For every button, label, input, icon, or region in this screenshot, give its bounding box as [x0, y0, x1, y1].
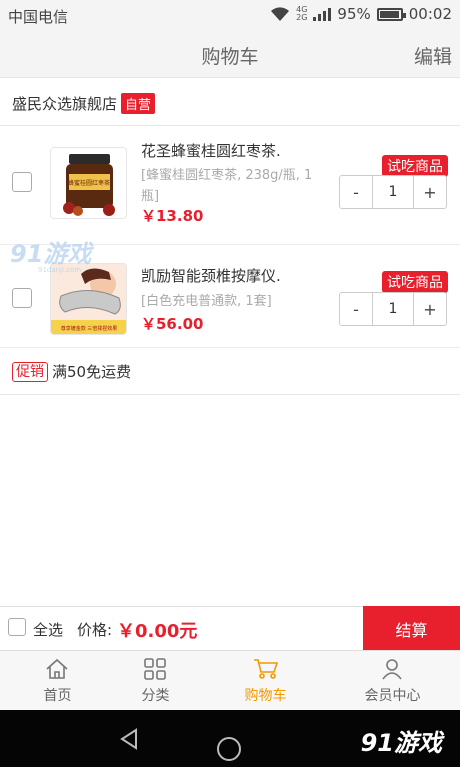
svg-text:91danji.com: 91danji.com: [38, 266, 81, 274]
tab-label: 分类: [141, 688, 170, 704]
product-thumbnail[interactable]: 蜂蜜桂圆红枣茶: [50, 147, 127, 219]
product-name[interactable]: 花圣蜂蜜桂圆红枣茶.: [141, 140, 281, 161]
promo-text: 满50免运费: [52, 363, 132, 381]
grid-icon: [144, 658, 166, 680]
signal-icon: [313, 8, 332, 21]
quantity-value[interactable]: 1: [372, 293, 414, 325]
decrease-button[interactable]: -: [340, 293, 372, 325]
quantity-value[interactable]: 1: [372, 176, 414, 208]
promo-badge: 促销: [12, 361, 48, 382]
status-bar: 中国电信 4G 2G 95% 00:02: [0, 0, 460, 30]
cart-item: 蜂蜜桂圆红枣茶 花圣蜂蜜桂圆红枣茶. [蜂蜜桂圆红枣茶, 238g/瓶, 1瓶]…: [0, 127, 460, 245]
wifi-icon: [271, 7, 290, 21]
watermark-logo: 91游戏 91danji.com: [10, 240, 94, 274]
quantity-stepper: - 1 +: [339, 175, 447, 209]
title-bar: 购物车 编辑: [0, 30, 460, 78]
select-all-checkbox[interactable]: [8, 618, 26, 636]
home-circle-icon[interactable]: [217, 737, 241, 761]
tab-label: 会员中心: [364, 688, 421, 704]
item-checkbox[interactable]: [12, 288, 32, 308]
trial-badge: 试吃商品: [382, 155, 448, 177]
total-price: ￥0.00元: [117, 621, 198, 642]
battery-icon: [376, 7, 406, 21]
system-nav-bar: 91游戏: [0, 710, 460, 767]
product-price: ￥56.00: [141, 315, 204, 333]
edit-button[interactable]: 编辑: [414, 42, 452, 69]
bottom-tab-bar: 首页 分类 购物车 会员中心: [0, 650, 460, 710]
self-operated-badge: 自营: [121, 93, 156, 114]
increase-button[interactable]: +: [414, 176, 446, 208]
product-price: ￥13.80: [141, 207, 204, 225]
user-icon: [382, 659, 402, 680]
price-label: 价格:: [77, 621, 113, 639]
tab-cart[interactable]: 购物车: [208, 651, 323, 711]
watermark-logo-bottom: 91游戏: [360, 729, 442, 757]
status-icons: 4G 2G 95% 00:02: [270, 5, 452, 23]
promotion-row: 促销 满50免运费: [0, 349, 460, 395]
tab-member-center[interactable]: 会员中心: [335, 651, 450, 711]
page-title: 购物车: [201, 46, 259, 68]
store-name[interactable]: 盛民众选旗舰店: [12, 93, 117, 114]
battery-fill: [379, 10, 399, 18]
network-type: 4G 2G: [296, 5, 308, 22]
battery-percent: 95%: [337, 5, 371, 23]
decrease-button[interactable]: -: [340, 176, 372, 208]
clock: 00:02: [408, 5, 452, 23]
back-icon[interactable]: [118, 728, 140, 750]
product-spec: [蜂蜜桂圆红枣茶, 238g/瓶, 1瓶]: [141, 168, 313, 204]
carrier-name: 中国电信: [8, 8, 69, 26]
svg-text:91游戏: 91游戏: [10, 240, 94, 268]
tab-label: 购物车: [244, 688, 287, 704]
quantity-stepper: - 1 +: [339, 292, 447, 326]
item-checkbox[interactable]: [12, 172, 32, 192]
increase-button[interactable]: +: [414, 293, 446, 325]
product-spec: [白色充电普通款, 1套]: [141, 294, 272, 309]
checkout-bar: 全选 价格: ￥0.00元 结算: [0, 606, 460, 651]
home-icon: [46, 658, 68, 679]
cart-icon: [254, 659, 279, 679]
trial-badge: 试吃商品: [382, 271, 448, 293]
svg-text:尊享镀金款 三倍揉捏效果: 尊享镀金款 三倍揉捏效果: [61, 325, 118, 332]
svg-text:蜂蜜桂圆红枣茶: 蜂蜜桂圆红枣茶: [68, 179, 110, 187]
checkout-button[interactable]: 结算: [363, 606, 460, 651]
select-all-label[interactable]: 全选: [33, 619, 63, 640]
honey-jar-image: 蜂蜜桂圆红枣茶: [51, 148, 126, 218]
tab-category[interactable]: 分类: [98, 651, 213, 711]
product-name[interactable]: 凯励智能颈椎按摩仪.: [141, 265, 281, 286]
store-header[interactable]: 盛民众选旗舰店 自营: [0, 82, 460, 126]
